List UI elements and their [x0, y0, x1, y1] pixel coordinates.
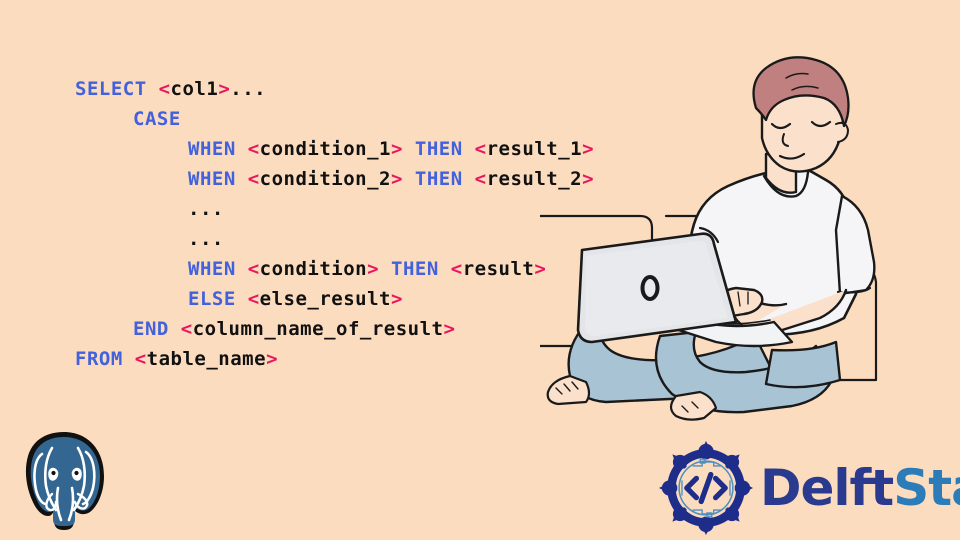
code-token-identifier: result [462, 258, 535, 280]
code-token-bracket: < [134, 348, 147, 370]
delftstack-wordmark: DelftStack [760, 463, 960, 513]
code-token-keyword: WHEN [188, 258, 236, 280]
code-token-identifier: column_name_of_result [192, 318, 444, 340]
code-token-bracket: < [474, 168, 487, 190]
code-token-bracket: < [247, 288, 260, 310]
code-line: CASE [0, 104, 700, 134]
code-token-bracket: > [443, 318, 456, 340]
code-token-identifier: col1 [170, 78, 219, 100]
code-token-keyword: THEN [414, 168, 463, 190]
sql-code-block: SELECT <col1>... CASE WHEN <condition_1> T… [0, 74, 700, 374]
code-token-bracket: > [534, 258, 547, 280]
code-line: WHEN <condition_2> THEN <result_2> [0, 164, 700, 194]
code-line: ELSE <else_result> [0, 284, 700, 314]
code-token-identifier: table_name [146, 348, 267, 370]
code-token-identifier: condition_1 [259, 138, 392, 160]
code-token-plain: ... [188, 228, 224, 250]
code-token-bracket: > [391, 138, 403, 160]
code-line: FROM <table_name> [0, 344, 700, 374]
code-token-bracket: > [391, 168, 403, 190]
code-token-identifier: result_2 [486, 168, 583, 190]
code-token-bracket: < [180, 318, 193, 340]
code-token-keyword: WHEN [188, 168, 236, 190]
code-token-keyword: THEN [391, 258, 439, 280]
delftstack-logo: DelftStack [658, 440, 960, 536]
code-token-plain: ... [188, 198, 224, 220]
code-token-keyword: END [133, 318, 169, 340]
code-line: END <column_name_of_result> [0, 314, 700, 344]
code-token-keyword: SELECT [75, 78, 147, 100]
code-token-keyword: ELSE [188, 288, 236, 310]
code-token-identifier: condition_2 [259, 168, 392, 190]
code-token-identifier: condition [259, 258, 368, 280]
code-token-bracket: < [158, 78, 171, 100]
code-line: SELECT <col1>... [0, 74, 700, 104]
code-token-bracket: < [247, 168, 260, 190]
code-token-keyword: CASE [133, 108, 181, 130]
code-line: ... [0, 224, 700, 254]
code-token-keyword: THEN [414, 138, 463, 160]
code-token-keyword: FROM [75, 348, 123, 370]
postgresql-elephant-logo [25, 432, 105, 530]
code-token-identifier: result_1 [486, 138, 583, 160]
code-token-plain: ... [230, 78, 267, 100]
code-token-bracket: > [266, 348, 279, 370]
code-token-bracket: < [474, 138, 487, 160]
delftstack-code-emblem [658, 440, 754, 536]
delftstack-word-delft: Delft [760, 459, 894, 517]
code-token-bracket: > [218, 78, 231, 100]
code-token-bracket: > [582, 138, 595, 160]
code-token-identifier: else_result [259, 288, 392, 310]
code-token-keyword: WHEN [188, 138, 236, 160]
code-token-bracket: > [367, 258, 380, 280]
code-token-bracket: > [391, 288, 403, 310]
code-line: ... [0, 194, 700, 224]
code-line: WHEN <condition_1> THEN <result_1> [0, 134, 700, 164]
code-token-bracket: < [247, 258, 260, 280]
delftstack-word-stack: Stack [893, 459, 960, 517]
code-token-bracket: > [582, 168, 595, 190]
code-token-bracket: < [450, 258, 463, 280]
code-token-bracket: < [247, 138, 260, 160]
code-line: WHEN <condition> THEN <result> [0, 254, 700, 284]
screenshot-canvas: SELECT <col1>... CASE WHEN <condition_1> T… [0, 0, 960, 540]
